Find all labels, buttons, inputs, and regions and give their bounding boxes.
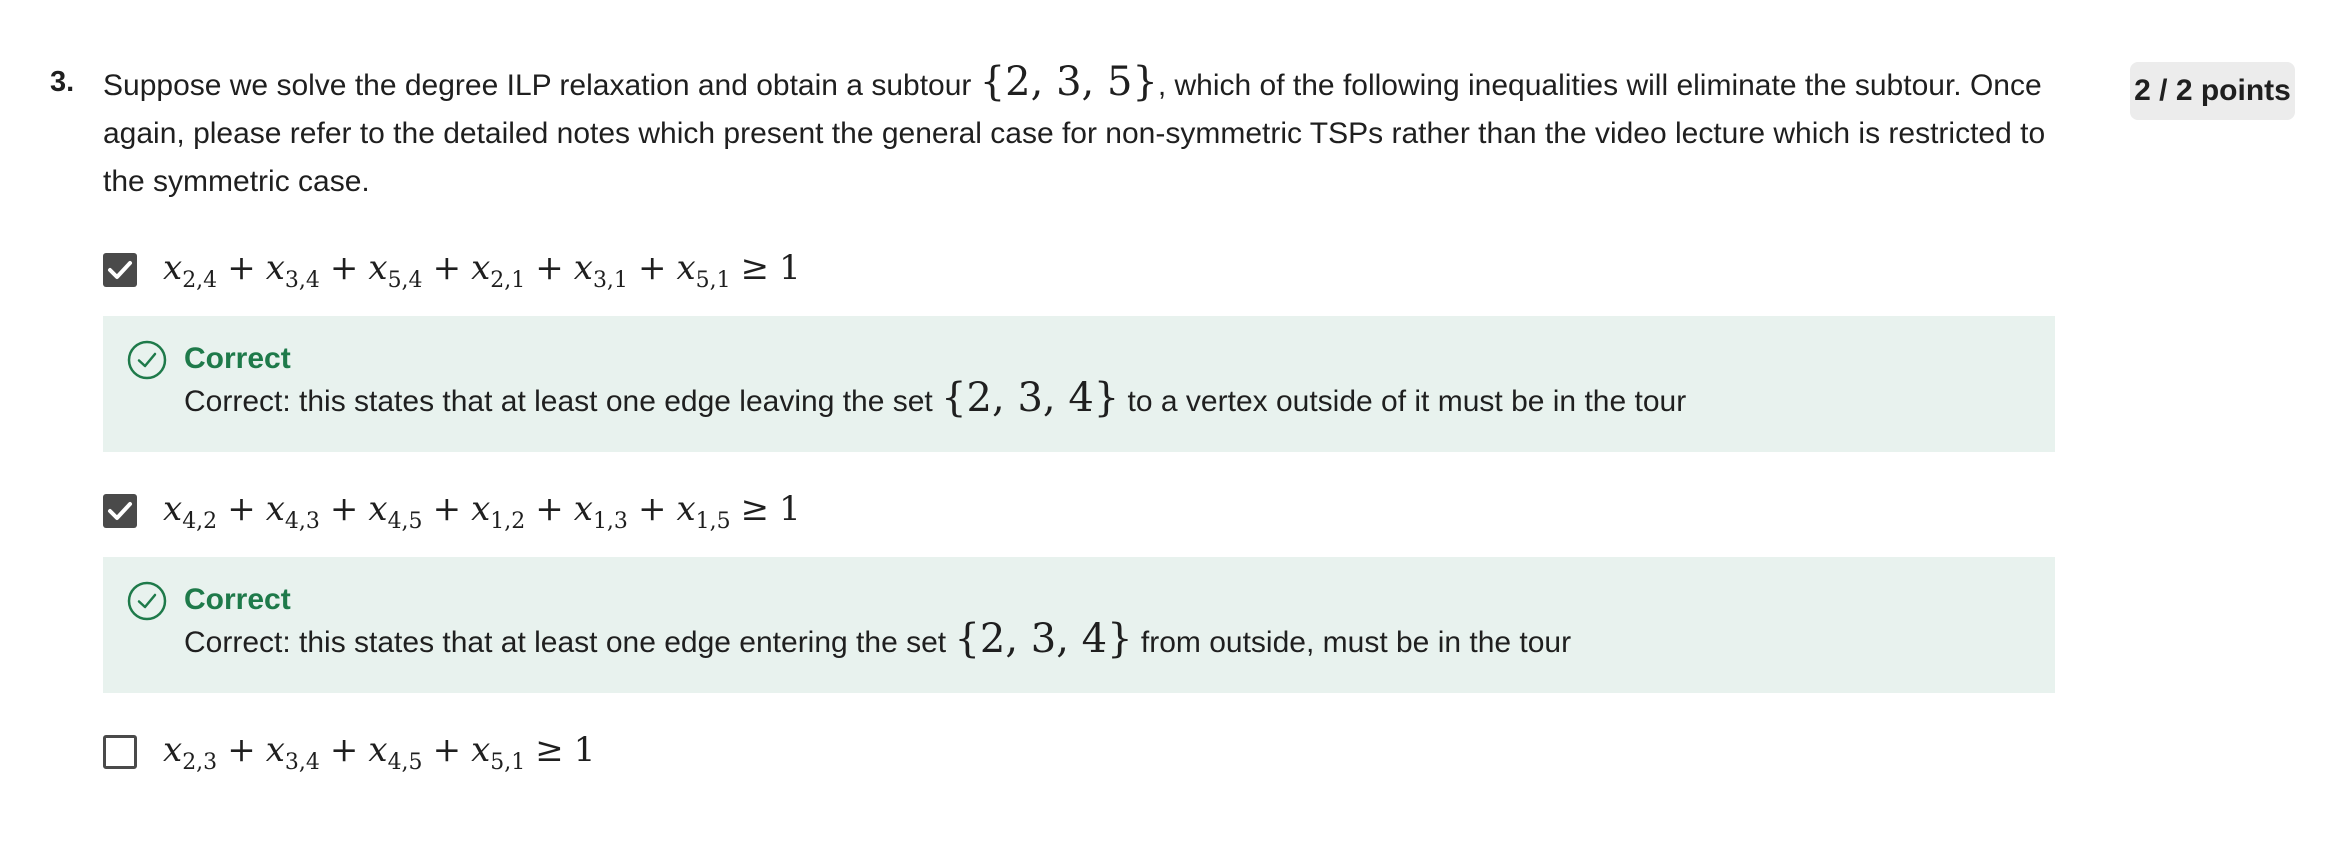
option-formula: x2,4 + x3,4 + x5,4 + x2,1 + x3,1 + x5,1 ≥1	[163, 248, 801, 293]
formula-operator: +	[227, 489, 256, 529]
formula-variable: x5,1	[676, 248, 731, 293]
formula-variable: x1,3	[573, 489, 628, 534]
feedback-text-start: Correct: this states that at least one e…	[184, 626, 955, 659]
formula-variable: x3,4	[265, 248, 320, 293]
answer-option-3[interactable]: x2,3 + x3,4 + x4,5 + x5,1 ≥1	[103, 730, 595, 775]
formula-operator: +	[329, 730, 359, 770]
formula-operator: +	[637, 489, 667, 529]
check-circle-icon	[127, 340, 167, 380]
formula-variable: x4,5	[368, 730, 423, 775]
formula-operator: +	[432, 489, 462, 529]
formula-number: 1	[779, 248, 801, 288]
formula-variable: x3,4	[265, 730, 320, 775]
formula-number: 1	[779, 489, 801, 529]
prompt-text-start: Suppose we solve the degree ILP relaxati…	[103, 69, 980, 102]
feedback-title: Correct	[184, 342, 291, 375]
formula-variable: x2,1	[471, 248, 526, 293]
question-number: 3.	[50, 66, 75, 98]
points-badge: 2 / 2 points	[2130, 62, 2295, 120]
formula-operator: +	[227, 248, 256, 288]
formula-operator: +	[432, 730, 462, 770]
option-formula: x2,3 + x3,4 + x4,5 + x5,1 ≥1	[163, 730, 595, 775]
formula-operator: +	[535, 248, 564, 288]
prompt-subtour-set: {2, 3, 5}	[979, 59, 1158, 105]
formula-variable: x2,3	[163, 730, 218, 775]
question-prompt: Suppose we solve the degree ILP relaxati…	[103, 62, 2063, 206]
feedback-text-end: from outside, must be in the tour	[1132, 626, 1572, 659]
answer-option-2[interactable]: x4,2 + x4,3 + x4,5 + x1,2 + x1,3 + x1,5 ≥1	[103, 489, 801, 534]
feedback-set: {2, 3, 4}	[941, 375, 1120, 421]
checkbox-unchecked-icon[interactable]	[103, 735, 137, 770]
option-formula: x4,2 + x4,3 + x4,5 + x1,2 + x1,3 + x1,5 ≥1	[163, 489, 801, 534]
formula-variable: x2,4	[163, 248, 218, 293]
check-circle-icon	[127, 581, 167, 621]
formula-variable: x4,2	[163, 489, 218, 534]
feedback-text-end: to a vertex outside of it must be in the…	[1119, 385, 1687, 418]
formula-operator: +	[329, 489, 359, 529]
formula-operator: ≥	[740, 248, 770, 288]
answer-option-1[interactable]: x2,4 + x3,4 + x5,4 + x2,1 + x3,1 + x5,1 ≥1	[103, 248, 801, 293]
formula-operator: +	[227, 730, 256, 770]
formula-operator: +	[432, 248, 462, 288]
formula-variable: x1,2	[471, 489, 526, 534]
formula-operator: +	[329, 248, 359, 288]
feedback-text: Correct: this states that at least one e…	[184, 378, 1687, 422]
formula-variable: x3,1	[573, 248, 628, 293]
formula-number: 1	[573, 730, 596, 770]
checkbox-checked-icon[interactable]	[103, 253, 137, 288]
formula-operator: +	[637, 248, 667, 288]
feedback-title: Correct	[184, 583, 291, 616]
quiz-question: 3. Suppose we solve the degree ILP relax…	[0, 0, 2351, 853]
checkbox-checked-icon[interactable]	[103, 494, 137, 529]
formula-variable: x4,3	[265, 489, 320, 534]
formula-variable: x5,4	[368, 248, 423, 293]
formula-operator: ≥	[740, 489, 770, 529]
formula-variable: x1,5	[676, 489, 731, 534]
formula-variable: x4,5	[368, 489, 423, 534]
formula-operator: ≥	[535, 730, 564, 770]
formula-variable: x5,1	[471, 730, 526, 775]
feedback-set: {2, 3, 4}	[954, 616, 1133, 662]
feedback-text: Correct: this states that at least one e…	[184, 619, 1572, 663]
feedback-correct-2: Correct Correct: this states that at lea…	[103, 557, 2055, 693]
feedback-correct-1: Correct Correct: this states that at lea…	[103, 316, 2055, 452]
formula-operator: +	[535, 489, 564, 529]
feedback-text-start: Correct: this states that at least one e…	[184, 385, 942, 418]
